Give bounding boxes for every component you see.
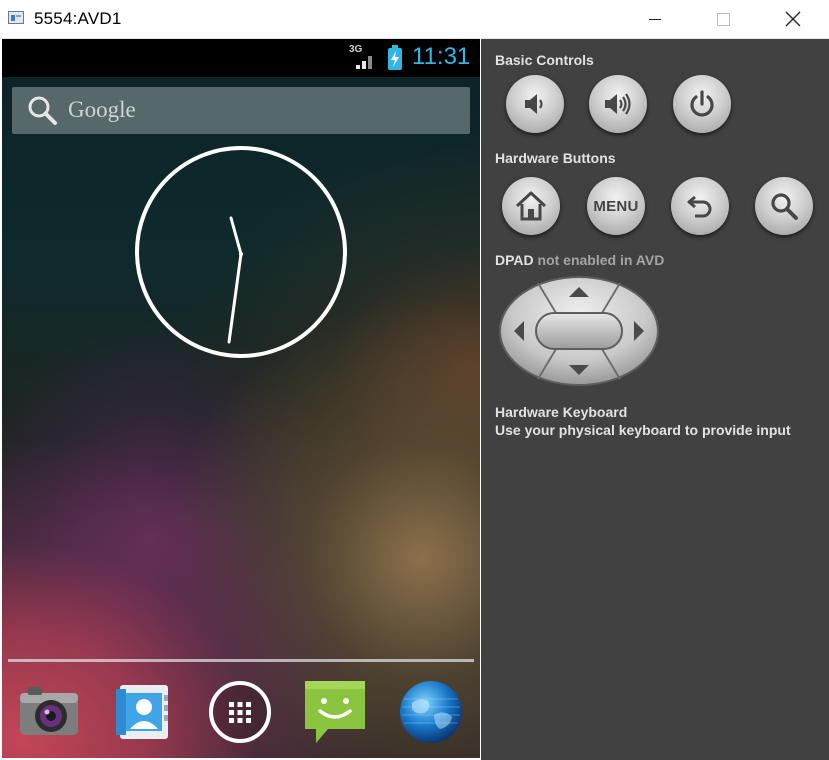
maximize-button[interactable] bbox=[700, 0, 746, 38]
clock-face bbox=[227, 216, 243, 344]
contacts-icon[interactable] bbox=[110, 679, 176, 745]
minimize-button[interactable] bbox=[632, 0, 678, 38]
google-search-bar[interactable]: Google bbox=[12, 87, 470, 134]
messaging-icon[interactable] bbox=[302, 679, 368, 745]
hardware-search-button[interactable] bbox=[755, 177, 813, 235]
power-icon bbox=[690, 90, 714, 117]
dock-divider bbox=[8, 659, 474, 662]
device-screen[interactable]: 3G 11:31 Google bbox=[2, 39, 480, 758]
camera-icon[interactable] bbox=[16, 679, 82, 745]
all-apps-icon[interactable] bbox=[207, 679, 273, 745]
back-icon bbox=[687, 195, 712, 218]
basic-controls-title: Basic Controls bbox=[495, 52, 594, 68]
dpad-note: not enabled in AVD bbox=[537, 252, 665, 268]
menu-button[interactable]: MENU bbox=[587, 177, 645, 235]
volume-down-icon bbox=[525, 94, 543, 114]
dpad-control[interactable] bbox=[498, 275, 660, 387]
status-time: 11:31 bbox=[412, 43, 471, 70]
window-titlebar: 5554:AVD1 bbox=[0, 0, 829, 39]
maximize-icon bbox=[716, 12, 730, 26]
minimize-icon bbox=[649, 18, 661, 20]
emulator-control-panel: Basic Controls Hardware Buttons MENU DPA… bbox=[481, 39, 829, 760]
menu-button-label: MENU bbox=[593, 197, 639, 215]
signal-icon bbox=[356, 56, 372, 69]
back-button[interactable] bbox=[671, 177, 729, 235]
search-icon bbox=[771, 193, 798, 220]
hour-hand bbox=[229, 216, 243, 256]
close-icon bbox=[785, 11, 801, 27]
search-label: Google bbox=[68, 97, 136, 122]
dpad-label: DPAD bbox=[495, 252, 534, 268]
volume-up-button[interactable] bbox=[589, 75, 647, 133]
volume-up-icon bbox=[605, 93, 631, 115]
hardware-keyboard-description: Use your physical keyboard to provide in… bbox=[495, 422, 791, 438]
volume-down-button[interactable] bbox=[506, 75, 564, 133]
browser-icon[interactable] bbox=[398, 679, 464, 745]
hardware-keyboard-section: Hardware Keyboard Use your physical keyb… bbox=[495, 403, 791, 439]
analog-clock-widget[interactable] bbox=[135, 146, 347, 358]
window-title: 5554:AVD1 bbox=[34, 9, 122, 28]
status-bar: 3G 11:31 bbox=[2, 39, 480, 77]
search-icon bbox=[28, 96, 57, 125]
dpad-title: DPAD not enabled in AVD bbox=[495, 252, 664, 268]
app-window-icon bbox=[8, 11, 24, 24]
minute-hand bbox=[227, 252, 243, 344]
clock-center bbox=[239, 252, 243, 256]
power-button[interactable] bbox=[673, 75, 731, 133]
close-button[interactable] bbox=[770, 0, 816, 38]
battery-icon bbox=[388, 45, 402, 70]
home-icon bbox=[515, 191, 547, 221]
hardware-buttons-title: Hardware Buttons bbox=[495, 150, 616, 166]
dpad-center-button[interactable] bbox=[535, 312, 623, 350]
home-button[interactable] bbox=[502, 177, 560, 235]
hardware-keyboard-title: Hardware Keyboard bbox=[495, 404, 628, 420]
